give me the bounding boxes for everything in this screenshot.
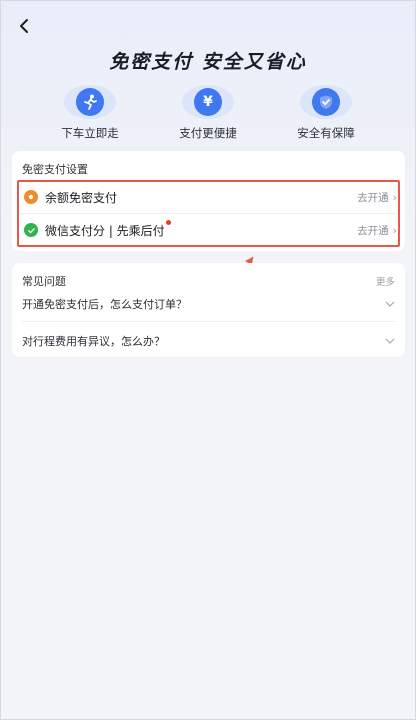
annotation-highlight-box [17,180,400,247]
faq-more-link[interactable]: 更多 [376,274,395,288]
feature-label: 支付更便捷 [179,126,237,140]
feature-icon-bg: ¥ [182,85,234,119]
settings-title: 免密支付设置 [22,163,88,176]
feature-label: 下车立即走 [61,126,119,140]
shield-check-icon [312,88,340,116]
feature-label: 安全有保障 [297,126,355,140]
hero-title: 免密支付 安全又省心 [109,51,307,73]
payment-settings-card: 免密支付设置 余额免密支付 去开通 › 微信支付分 | 先乘后付 去开通 › [12,151,405,251]
feature-icon-bg [64,85,116,119]
faq-item[interactable]: 开通免密支付后，怎么支付订单？ [22,293,395,315]
feature-item: 安全有保障 [271,85,381,141]
faq-question: 对行程费用有异议，怎么办？ [22,335,165,348]
chevron-down-icon [385,336,395,347]
back-button[interactable] [13,15,35,37]
faq-header: 常见问题 更多 [22,273,395,289]
faq-item[interactable]: 对行程费用有异议，怎么办？ [22,330,395,352]
faq-card: 常见问题 更多 开通免密支付后，怎么支付订单？ 对行程费用有异议，怎么办？ [12,263,405,357]
faq-title: 常见问题 [22,275,66,288]
divider [22,321,395,322]
feature-icon-bg [300,85,352,119]
chevron-down-icon [385,299,395,310]
running-person-icon [76,88,104,116]
feature-list: 下车立即走 ¥ 支付更便捷 安全有保障 [35,85,381,141]
screen: 免密支付 安全又省心 下车立即走 ¥ 支付更便捷 安全有保障 免密支付设置 余额… [0,0,416,720]
feature-item: ¥ 支付更便捷 [153,85,263,141]
feature-item: 下车立即走 [35,85,145,141]
yen-coin-icon: ¥ [194,88,222,116]
faq-question: 开通免密支付后，怎么支付订单？ [22,298,187,311]
back-arrow-icon [20,19,28,33]
